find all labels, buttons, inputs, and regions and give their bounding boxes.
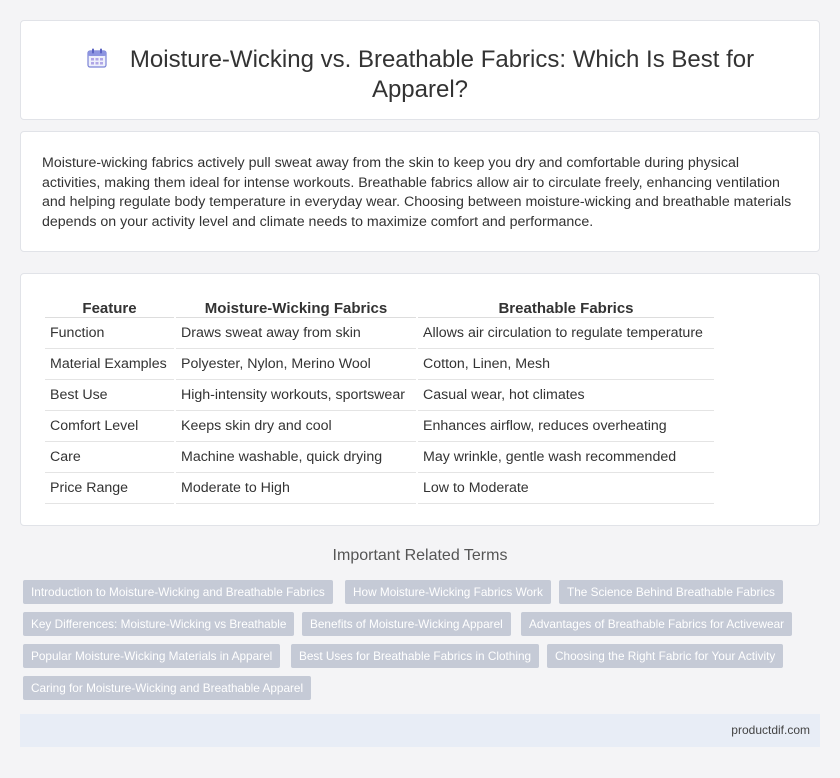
- intro-card: Moisture-wicking fabrics actively pull s…: [20, 131, 820, 252]
- table-cell: Function: [45, 318, 174, 349]
- table-cell: Keeps skin dry and cool: [176, 411, 416, 442]
- header-feature: Feature: [45, 296, 174, 318]
- related-term-tag[interactable]: Benefits of Moisture-Wicking Apparel: [302, 612, 511, 636]
- table-cell: Enhances airflow, reduces overheating: [418, 411, 714, 442]
- table-cell: Polyester, Nylon, Merino Wool: [176, 349, 416, 380]
- table-cell: Draws sweat away from skin: [176, 318, 416, 349]
- table-row: Price Range Moderate to High Low to Mode…: [45, 473, 714, 504]
- intro-paragraph: Moisture-wicking fabrics actively pull s…: [42, 155, 792, 230]
- table-row: Material Examples Polyester, Nylon, Meri…: [45, 349, 714, 380]
- table-cell: Casual wear, hot climates: [418, 380, 714, 411]
- related-term-tag[interactable]: Best Uses for Breathable Fabrics in Clot…: [291, 644, 540, 668]
- related-term-tag[interactable]: Key Differences: Moisture-Wicking vs Bre…: [23, 612, 295, 636]
- table-cell: Price Range: [45, 473, 174, 504]
- title-card: Moisture-Wicking vs. Breathable Fabrics:…: [20, 20, 820, 120]
- header-breathable: Breathable Fabrics: [418, 296, 714, 318]
- related-term-tag[interactable]: Caring for Moisture-Wicking and Breathab…: [23, 676, 312, 700]
- table-cell: Allows air circulation to regulate tempe…: [418, 318, 714, 349]
- related-term-tag[interactable]: Choosing the Right Fabric for Your Activ…: [547, 644, 784, 668]
- header-moisture-wicking: Moisture-Wicking Fabrics: [176, 296, 416, 318]
- table-cell: Best Use: [45, 380, 174, 411]
- table-row: Care Machine washable, quick drying May …: [45, 442, 714, 473]
- comparison-table-card: Feature Moisture-Wicking Fabrics Breatha…: [20, 273, 820, 526]
- table-row: Comfort Level Keeps skin dry and cool En…: [45, 411, 714, 442]
- footer: productdif.com: [20, 714, 820, 747]
- table-cell: Cotton, Linen, Mesh: [418, 349, 714, 380]
- calendar-icon: [87, 48, 107, 68]
- table-row: Function Draws sweat away from skin Allo…: [45, 318, 714, 349]
- table-cell: Comfort Level: [45, 411, 174, 442]
- footer-site-link[interactable]: productdif.com: [731, 723, 810, 737]
- table-cell: Material Examples: [45, 349, 174, 380]
- table-cell: Care: [45, 442, 174, 473]
- table-row: Best Use High-intensity workouts, sports…: [45, 380, 714, 411]
- related-term-tag[interactable]: Popular Moisture-Wicking Materials in Ap…: [23, 644, 281, 668]
- table-cell: High-intensity workouts, sportswear: [176, 380, 416, 411]
- table-cell: Moderate to High: [176, 473, 416, 504]
- related-term-tag[interactable]: The Science Behind Breathable Fabrics: [559, 580, 783, 604]
- related-term-tag[interactable]: Advantages of Breathable Fabrics for Act…: [521, 612, 793, 636]
- page-title: Moisture-Wicking vs. Breathable Fabrics:…: [21, 45, 819, 105]
- related-term-tag[interactable]: How Moisture-Wicking Fabrics Work: [345, 580, 551, 604]
- table-cell: Low to Moderate: [418, 473, 714, 504]
- table-header-row: Feature Moisture-Wicking Fabrics Breatha…: [45, 296, 714, 318]
- related-term-tag[interactable]: Introduction to Moisture-Wicking and Bre…: [23, 580, 333, 604]
- related-terms-heading: Important Related Terms: [332, 547, 508, 564]
- page-title-line2: Apparel?: [371, 76, 469, 103]
- page-title-line1: Moisture-Wicking vs. Breathable Fabrics:…: [129, 46, 755, 73]
- comparison-table: Feature Moisture-Wicking Fabrics Breatha…: [43, 296, 716, 504]
- table-cell: Machine washable, quick drying: [176, 442, 416, 473]
- table-cell: May wrinkle, gentle wash recommended: [418, 442, 714, 473]
